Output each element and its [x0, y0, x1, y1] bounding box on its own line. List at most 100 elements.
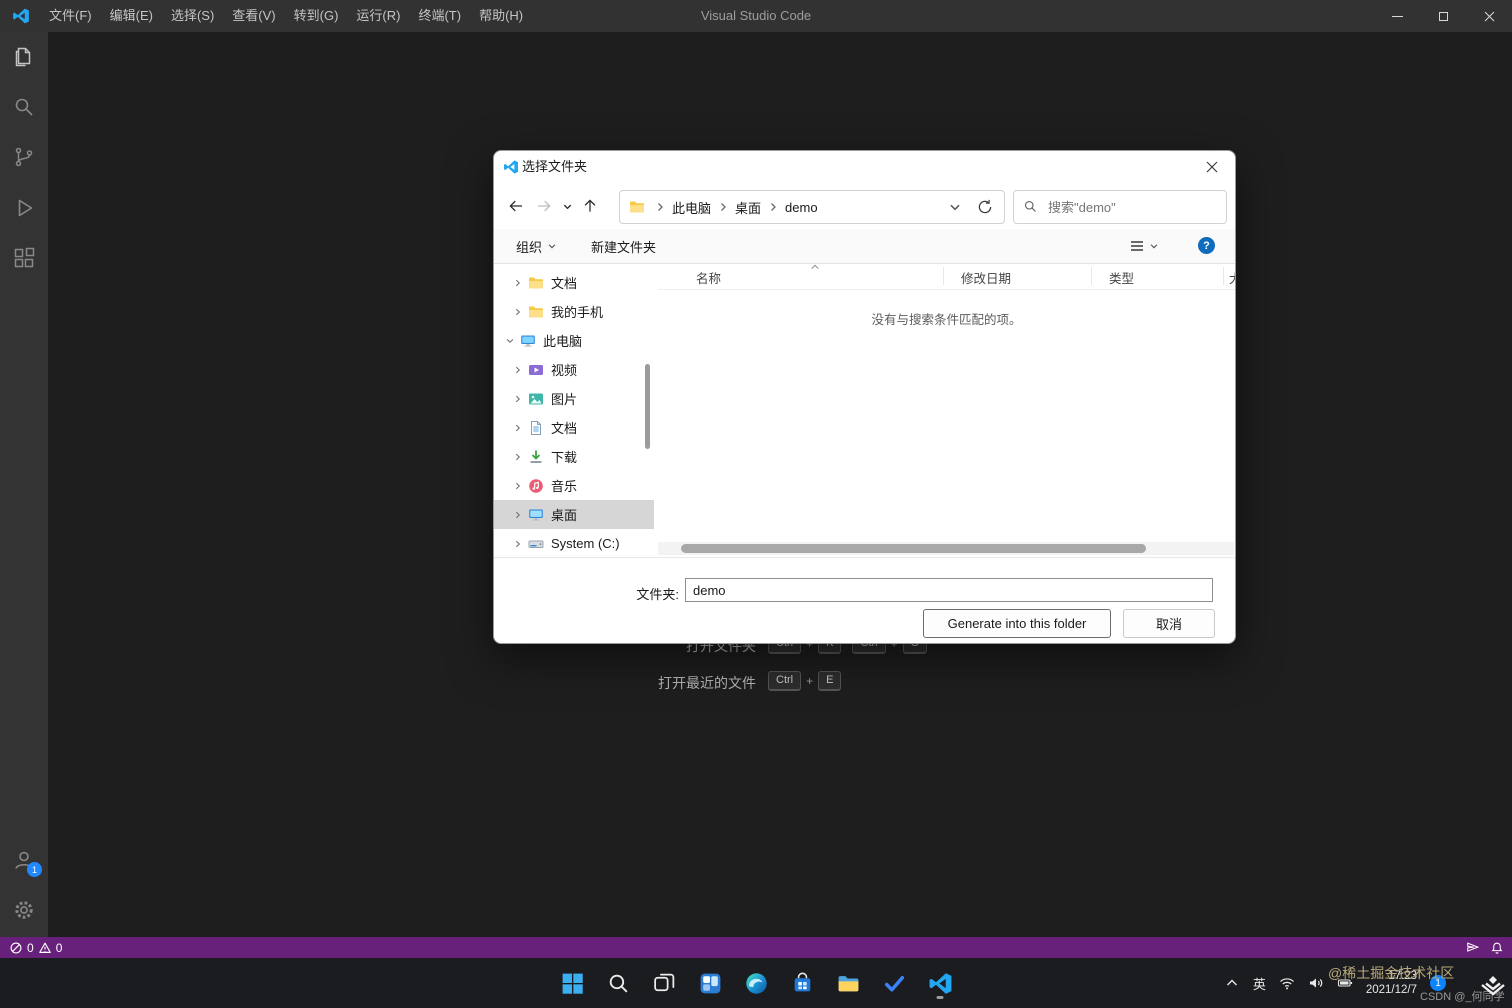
horizontal-scrollbar-thumb[interactable] — [681, 544, 1146, 553]
taskbar-search-button[interactable] — [601, 966, 635, 1000]
pictures-icon — [529, 393, 543, 404]
tree-item-label: 文档 — [551, 421, 578, 436]
file-explorer-icon[interactable] — [831, 966, 865, 1000]
tree-scrollbar[interactable] — [645, 364, 650, 449]
breadcrumb-this-pc[interactable]: 此电脑 — [668, 198, 715, 217]
search-icon — [1024, 200, 1036, 212]
breadcrumb-demo[interactable]: demo — [781, 200, 822, 215]
recent-locations-chevron-icon[interactable] — [558, 192, 576, 220]
chevron-right-icon — [515, 482, 521, 489]
warning-icon — [38, 942, 51, 953]
help-button[interactable]: ? — [1198, 237, 1215, 254]
new-folder-button[interactable]: 新建文件夹 — [591, 237, 656, 256]
dialog-close-button[interactable] — [1189, 151, 1235, 183]
search-box[interactable] — [1013, 190, 1227, 224]
juejin-logo — [1481, 976, 1505, 996]
check-app-icon[interactable] — [877, 966, 911, 1000]
search-icon[interactable] — [12, 95, 36, 119]
organize-label: 组织 — [516, 239, 543, 255]
menu-help[interactable]: 帮助(H) — [470, 0, 532, 32]
run-debug-icon[interactable] — [12, 196, 36, 220]
edge-icon[interactable] — [739, 966, 773, 1000]
chevron-right-icon — [515, 395, 521, 402]
account-badge: 1 — [27, 862, 42, 877]
column-size[interactable]: 大小 — [1229, 268, 1235, 287]
menu-run[interactable]: 运行(R) — [347, 0, 409, 32]
cancel-button[interactable]: 取消 — [1123, 609, 1215, 638]
address-bar[interactable]: 此电脑 桌面 demo — [619, 190, 1005, 224]
explorer-icon[interactable] — [12, 45, 36, 69]
column-type[interactable]: 类型 — [1109, 268, 1134, 287]
column-date-modified[interactable]: 修改日期 — [961, 268, 1011, 287]
menu-selection[interactable]: 选择(S) — [162, 0, 223, 32]
tree-item-desktop[interactable]: 桌面 — [494, 500, 654, 529]
feedback-icon[interactable] — [1466, 941, 1480, 955]
drive-icon — [528, 540, 544, 548]
breadcrumb-chevron-icon — [771, 203, 776, 211]
menu-edit[interactable]: 编辑(E) — [101, 0, 162, 32]
chevron-expanded-icon — [506, 338, 514, 343]
tree-item-system-c[interactable]: System (C:) — [494, 529, 654, 557]
maximize-button[interactable] — [1420, 0, 1466, 32]
address-dropdown-chevron-icon[interactable] — [948, 200, 962, 214]
tree-item-documents[interactable]: 文档 — [494, 413, 654, 442]
menubar: 文件(F) 编辑(E) 选择(S) 查看(V) 转到(G) 运行(R) 终端(T… — [40, 0, 532, 32]
menu-file[interactable]: 文件(F) — [40, 0, 101, 32]
back-button[interactable] — [502, 192, 530, 220]
vscode-logo-icon — [504, 160, 518, 174]
folder-name-label: 文件夹: — [636, 587, 679, 602]
file-list-header: 名称 修改日期 类型 大小 — [658, 263, 1235, 290]
hidden-icons-chevron[interactable] — [1224, 975, 1240, 991]
vscode-logo-icon — [13, 8, 29, 24]
wifi-icon[interactable] — [1279, 975, 1295, 991]
close-button[interactable] — [1466, 0, 1512, 32]
ime-language-indicator[interactable]: 英 — [1253, 974, 1266, 993]
activity-bar: 1 — [0, 32, 48, 937]
volume-icon[interactable] — [1308, 975, 1324, 991]
extensions-icon[interactable] — [12, 246, 36, 270]
file-list: 名称 修改日期 类型 大小 没有与搜索条件匹配的项。 — [658, 263, 1235, 557]
forward-button[interactable] — [530, 192, 558, 220]
kbd-key: E — [818, 671, 842, 691]
search-input[interactable] — [1046, 192, 1220, 222]
tree-item-label: System (C:) — [551, 536, 620, 551]
breadcrumb-desktop[interactable]: 桌面 — [731, 198, 765, 217]
vscode-titlebar: 文件(F) 编辑(E) 选择(S) 查看(V) 转到(G) 运行(R) 终端(T… — [0, 0, 1512, 32]
welcome-open-recent-keys: Ctrl + E — [768, 671, 842, 691]
minimize-button[interactable] — [1374, 0, 1420, 32]
tree-item-music[interactable]: 音乐 — [494, 471, 654, 500]
videos-icon — [529, 364, 543, 375]
tree-item-my-phone[interactable]: 我的手机 — [494, 297, 654, 326]
tree-item-videos[interactable]: 视频 — [494, 355, 654, 384]
menu-view[interactable]: 查看(V) — [223, 0, 284, 32]
vscode-taskbar-icon[interactable] — [923, 966, 957, 1000]
task-view-button[interactable] — [647, 966, 681, 1000]
column-name[interactable]: 名称 — [696, 268, 721, 287]
error-count: 0 — [27, 940, 34, 955]
menu-terminal[interactable]: 终端(T) — [409, 0, 470, 32]
problems-status[interactable]: 0 0 — [0, 941, 62, 955]
widgets-button[interactable] — [693, 966, 727, 1000]
up-button[interactable] — [576, 192, 604, 220]
tree-item-this-pc[interactable]: 此电脑 — [494, 326, 654, 355]
source-control-icon[interactable] — [12, 145, 36, 169]
store-icon[interactable] — [785, 966, 819, 1000]
folder-name-input[interactable] — [685, 578, 1213, 602]
menu-go[interactable]: 转到(G) — [285, 0, 348, 32]
generate-button[interactable]: Generate into this folder — [923, 609, 1111, 638]
horizontal-scrollbar[interactable] — [658, 542, 1234, 555]
organize-button[interactable]: 组织 — [516, 237, 557, 256]
notifications-bell-icon[interactable] — [1490, 941, 1504, 955]
tree-item-documents-top[interactable]: 文档 — [494, 268, 654, 297]
tree-item-pictures[interactable]: 图片 — [494, 384, 654, 413]
vscode-statusbar: 0 0 — [0, 937, 1512, 958]
account-icon[interactable]: 1 — [12, 848, 42, 877]
settings-gear-icon[interactable] — [12, 898, 36, 922]
warning-count: 0 — [55, 940, 63, 955]
chevron-down-icon — [548, 244, 556, 249]
start-button[interactable] — [555, 966, 589, 1000]
tree-item-label: 桌面 — [551, 508, 578, 523]
refresh-icon[interactable] — [976, 198, 994, 216]
view-options-button[interactable] — [1129, 238, 1159, 254]
tree-item-downloads[interactable]: 下载 — [494, 442, 654, 471]
